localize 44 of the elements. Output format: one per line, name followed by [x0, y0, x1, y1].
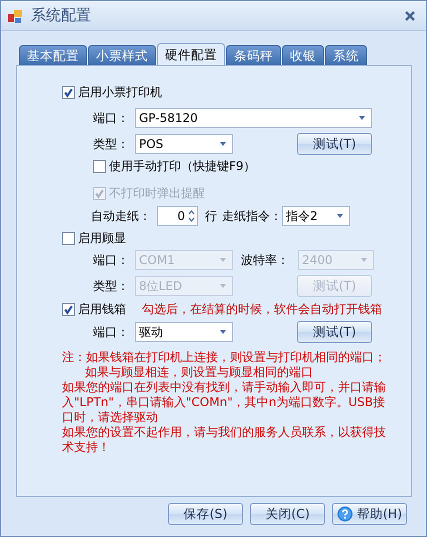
- field-label: 自动走纸：: [91, 208, 151, 224]
- tab[interactable]: 基本配置: [19, 45, 87, 65]
- tab[interactable]: 硬件配置: [157, 43, 225, 65]
- field-label: 类型：: [93, 136, 130, 152]
- dialog-button[interactable]: 保存(S): [168, 503, 243, 525]
- tab[interactable]: 小票样式: [88, 45, 156, 65]
- checkbox-label: 使用手动打印（快捷键F9）: [109, 158, 256, 174]
- spinner-arrows-icon[interactable]: [188, 209, 195, 223]
- field-label: 端口：: [93, 324, 130, 340]
- note-text: 注：如果钱箱在打印机上连接，则设置与打印机相同的端口；: [62, 350, 387, 365]
- tab[interactable]: 系统: [325, 45, 367, 65]
- window-title: 系统配置: [31, 6, 92, 25]
- help-button[interactable]: 帮助(H): [332, 503, 407, 525]
- checkbox[interactable]: [62, 302, 75, 316]
- checkbox-label: 启用小票打印机: [78, 84, 162, 100]
- hint-text: 勾选后，在结算的时候，软件会自动打开钱箱: [142, 300, 382, 318]
- tab[interactable]: 条码秤: [226, 45, 281, 65]
- port-dropdown[interactable]: GP-58120: [135, 108, 372, 128]
- tab[interactable]: 收银: [282, 45, 324, 65]
- note-text: 如果您的端口在列表中没有找到，请手动输入即可，并口请输入"LPTn"，串口请输入"COMn"，其中n为端口数字。USB接口时，请选择驱动: [62, 380, 387, 425]
- checkbox-label: 启用钱箱: [78, 300, 126, 318]
- field-label: 走纸指令：: [222, 208, 282, 224]
- field-label: 波特率：: [241, 252, 290, 268]
- field-label: 端口：: [93, 252, 130, 268]
- test-button[interactable]: 测试(T): [297, 321, 372, 343]
- close-icon[interactable]: [404, 10, 416, 22]
- field-label: 类型：: [93, 278, 130, 294]
- app-icon: [7, 8, 23, 24]
- help-icon: [336, 506, 353, 522]
- dialog-button[interactable]: 关闭(C): [250, 503, 325, 525]
- note-text: 如果您的设置不起作用，请与我们的服务人员联系，以获得技术支持！: [62, 425, 387, 455]
- note-text: 如果与顾显相连，则设置与顾显相同的端口: [84, 365, 314, 380]
- number-spinner[interactable]: 0: [157, 206, 198, 226]
- port-dropdown[interactable]: 驱动: [135, 322, 233, 342]
- unit-label: 行: [205, 208, 217, 224]
- test-button[interactable]: 测试(T): [297, 133, 372, 155]
- checkbox-label: 启用顾显: [78, 230, 126, 246]
- checkbox[interactable]: [62, 86, 75, 98]
- checkbox-label: 不打印时弹出提醒: [109, 184, 205, 202]
- type-dropdown[interactable]: POS: [135, 134, 233, 154]
- field-label: 端口：: [93, 110, 130, 126]
- command-dropdown[interactable]: 指令2: [282, 206, 350, 226]
- checkbox[interactable]: [93, 160, 106, 172]
- checkbox[interactable]: [62, 232, 75, 244]
